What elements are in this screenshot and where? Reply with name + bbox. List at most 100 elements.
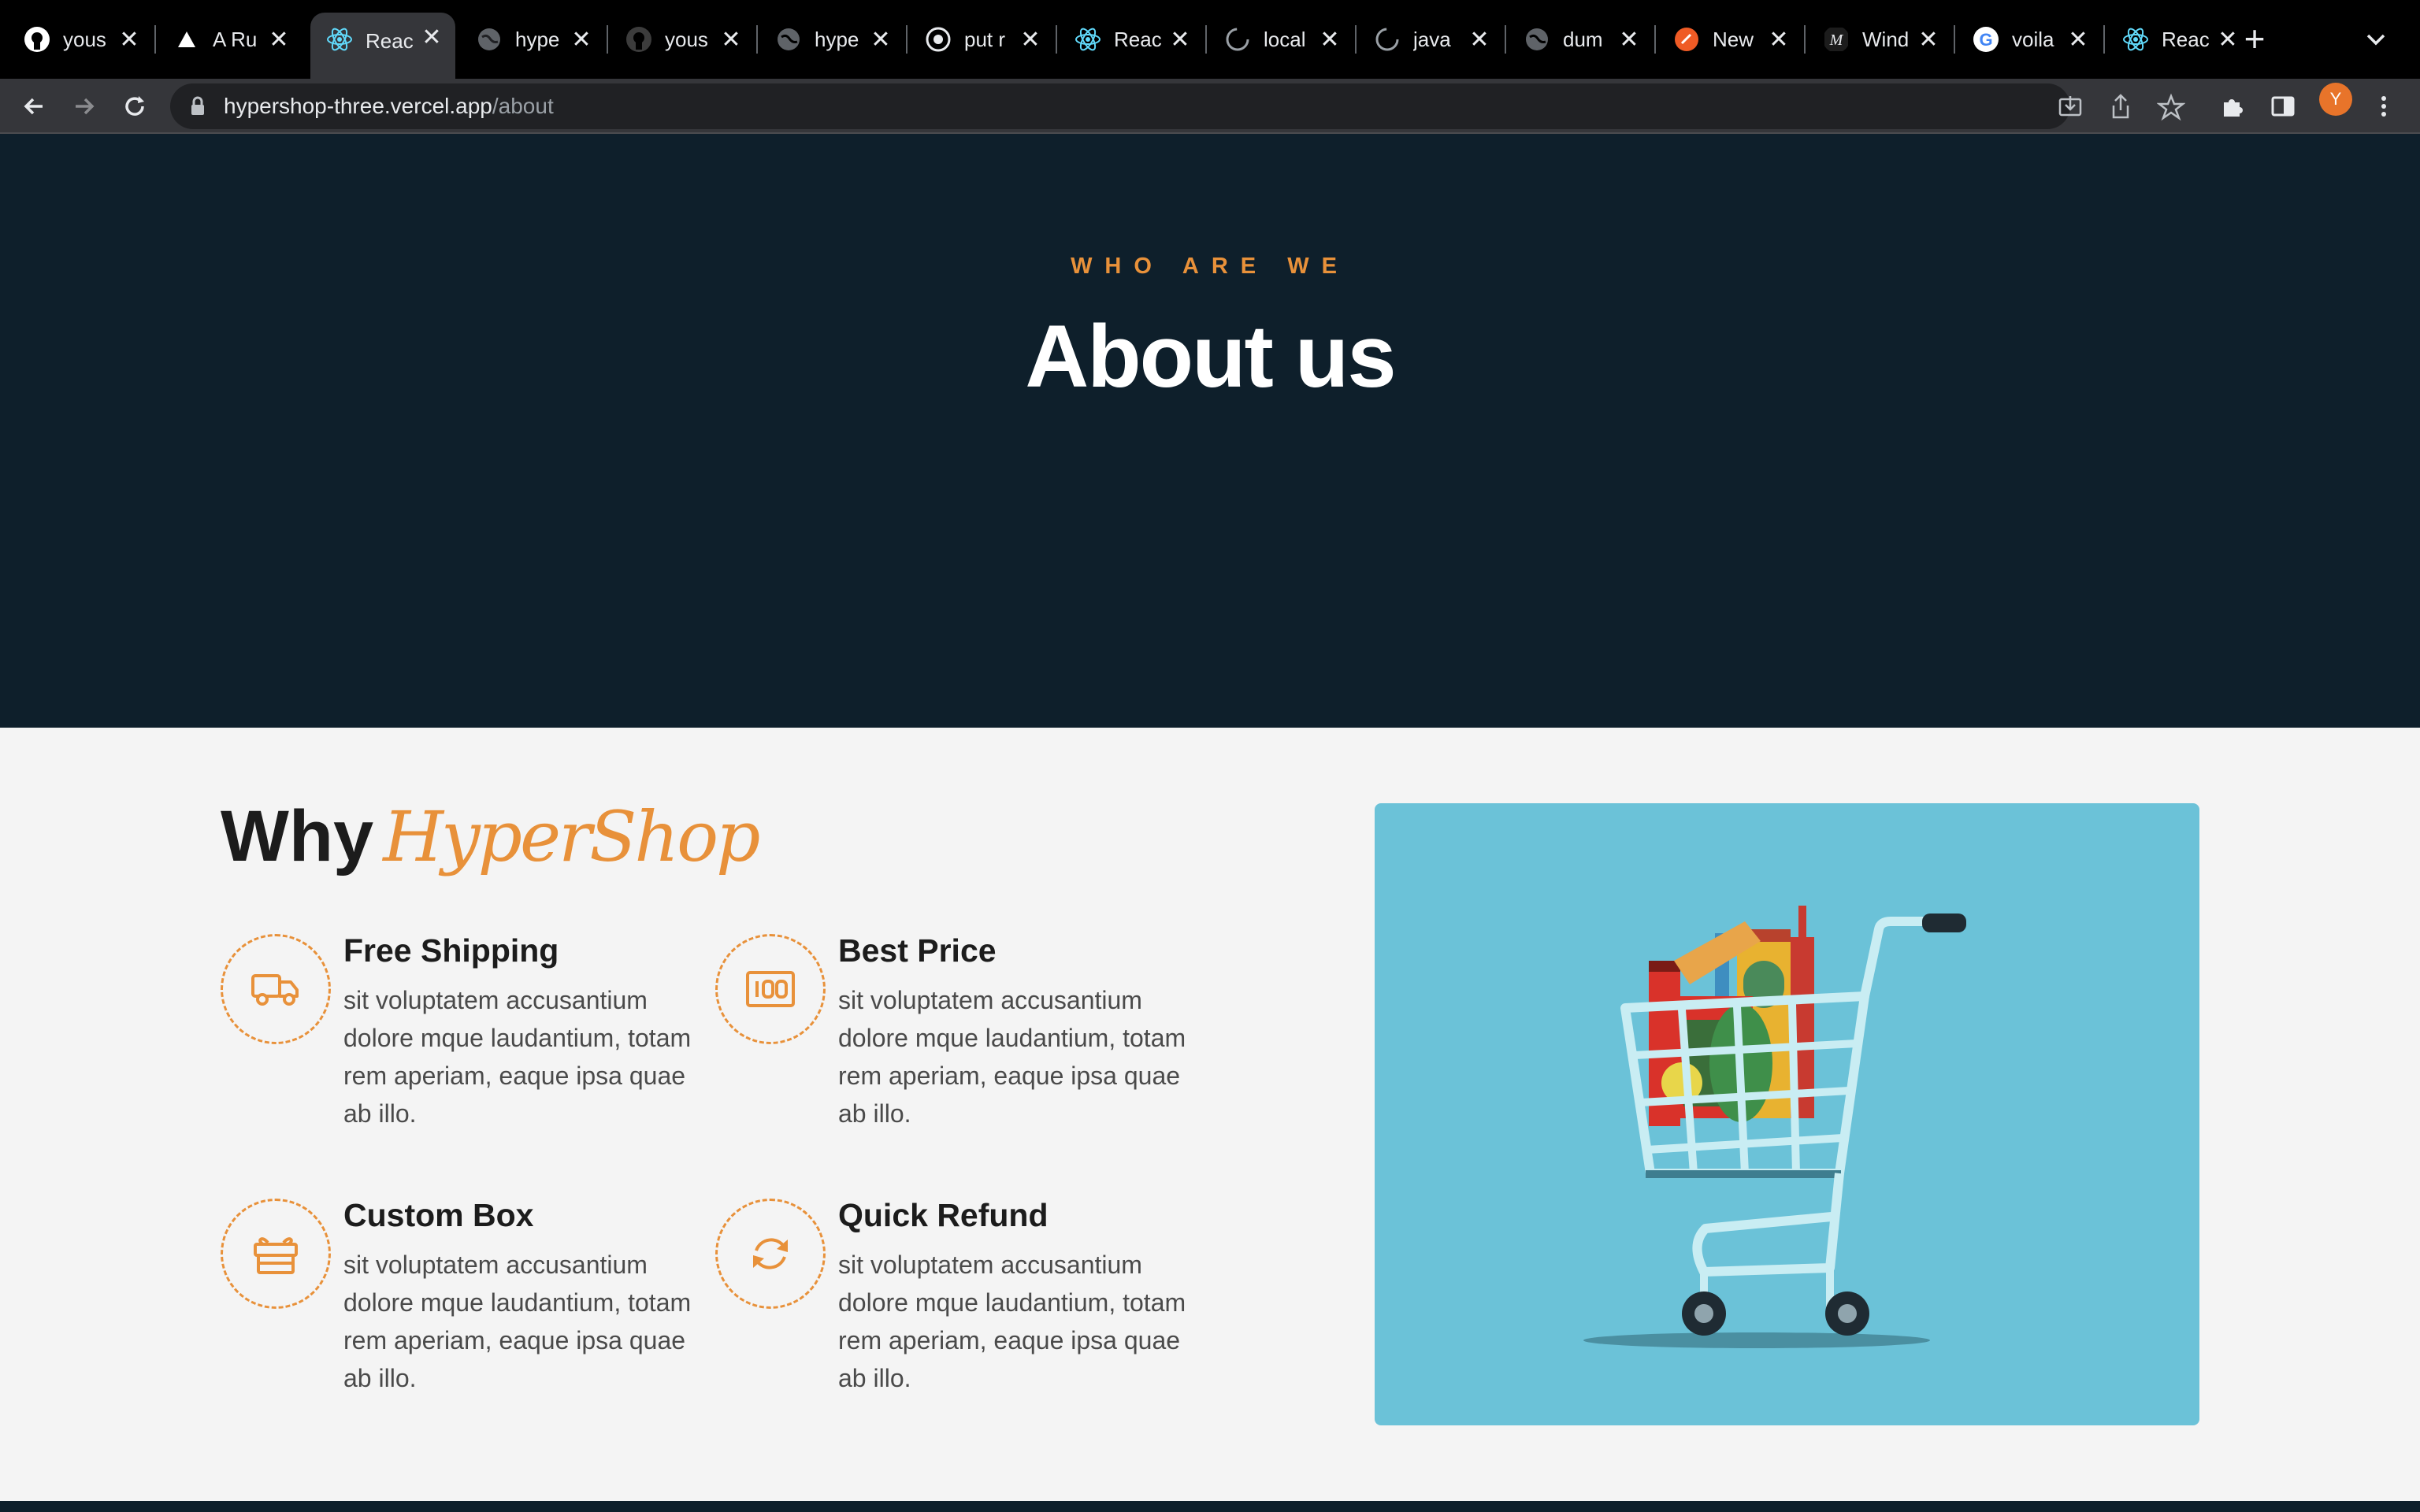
footer-edge	[0, 1501, 2420, 1512]
tab-title: local	[1264, 27, 1306, 51]
arrow-right-icon	[76, 98, 95, 115]
reload-button[interactable]	[113, 85, 156, 128]
browser-tab[interactable]: hype ✕	[460, 13, 605, 66]
tab-separator	[906, 25, 908, 54]
tab-separator	[1804, 25, 1806, 54]
kebab-menu-icon	[2381, 96, 2386, 117]
address-bar[interactable]: hypershop-three.vercel.app/about	[170, 83, 2185, 129]
gift-box-icon	[254, 1237, 298, 1274]
bookmark-star-icon[interactable]	[2157, 93, 2185, 121]
tab-title: Reac	[1114, 27, 1162, 51]
browser-tab[interactable]: put r ✕	[909, 13, 1054, 66]
tab-title: yous	[63, 27, 106, 51]
feature-icon-circle	[715, 1199, 826, 1309]
medium-icon: M	[1824, 28, 1848, 51]
tab-close-button[interactable]: ✕	[1465, 26, 1494, 54]
install-app-icon[interactable]	[2056, 93, 2084, 121]
tab-title: New	[1713, 27, 1754, 51]
browser-menu-button[interactable]	[2366, 88, 2401, 124]
browser-tab[interactable]: yous ✕	[8, 13, 153, 66]
share-icon[interactable]	[2106, 93, 2135, 121]
vercel-icon	[178, 32, 195, 47]
refresh-icon	[753, 1238, 788, 1269]
hero-banner: WHO ARE WE About us	[0, 134, 2420, 728]
svg-text:G: G	[1979, 30, 1992, 50]
browser-toolbar: hypershop-three.vercel.app/about	[0, 79, 2420, 134]
tab-title: put r	[964, 27, 1006, 51]
postman-icon	[1675, 28, 1698, 51]
browser-tab[interactable]: yous ✕	[610, 13, 755, 66]
tab-close-button[interactable]: ✕	[1016, 26, 1045, 54]
chevron-down-icon[interactable]	[2355, 19, 2396, 60]
browser-tab[interactable]: G voila ✕	[1957, 13, 2102, 66]
tab-separator	[154, 25, 156, 54]
loading-icon	[1375, 28, 1399, 51]
browser-tab[interactable]: java ✕	[1358, 13, 1503, 66]
price-tag-100-icon	[746, 971, 795, 1007]
browser-tab[interactable]: M Wind ✕	[1807, 13, 1952, 66]
browser-tab[interactable]: local ✕	[1208, 13, 1353, 66]
tab-separator	[1355, 25, 1357, 54]
tab-close-button[interactable]: ✕	[265, 26, 293, 54]
tab-separator	[1954, 25, 1955, 54]
tab-close-button[interactable]: ✕	[1166, 26, 1194, 54]
globe-icon	[778, 28, 800, 50]
google-icon: G	[1973, 27, 1999, 52]
tab-close-button[interactable]: ✕	[867, 26, 895, 54]
hero-eyebrow: WHO ARE WE	[1071, 254, 1349, 279]
page-title: About us	[1025, 307, 1396, 406]
globe-icon	[478, 28, 500, 50]
tab-separator	[1056, 25, 1057, 54]
shopping-cart-illustration	[1375, 803, 2199, 1425]
url-text: hypershop-three.vercel.app/about	[224, 94, 554, 119]
tab-title: Reac	[2162, 27, 2210, 51]
tab-close-button[interactable]: ✕	[567, 26, 596, 54]
browser-tab[interactable]: A Ru ✕	[158, 13, 302, 66]
extensions-button[interactable]	[2215, 88, 2250, 124]
why-title-prefix: Why	[221, 796, 374, 876]
browser-tab-active[interactable]: Reac ✕	[310, 13, 455, 79]
tab-close-button[interactable]: ✕	[418, 24, 446, 51]
puzzle-icon	[2224, 99, 2243, 117]
browser-tab[interactable]: dum ✕	[1508, 13, 1653, 66]
tab-close-button[interactable]: ✕	[1765, 26, 1793, 54]
new-tab-button[interactable]: +	[2233, 17, 2277, 61]
loading-icon	[1226, 28, 1249, 51]
url-path: /about	[492, 94, 554, 118]
tab-close-button[interactable]: ✕	[115, 26, 143, 54]
browser-tab[interactable]: hype ✕	[759, 13, 904, 66]
browser-tab[interactable]: Reac ✕	[2106, 13, 2251, 66]
feature-description: sit voluptatem accusantium dolore mque l…	[838, 986, 1186, 1128]
feature-description: sit voluptatem accusantium dolore mque l…	[838, 1251, 1186, 1392]
forward-button[interactable]	[63, 85, 106, 128]
tab-close-button[interactable]: ✕	[1615, 26, 1643, 54]
tab-close-button[interactable]: ✕	[2064, 26, 2092, 54]
lock-icon	[191, 96, 204, 115]
brand-name: HyperShop	[383, 796, 760, 877]
tab-close-button[interactable]: ✕	[1316, 26, 1344, 54]
react-icon	[327, 28, 352, 51]
side-panel-button[interactable]	[2266, 88, 2300, 124]
feature-title: Best Price	[838, 932, 997, 969]
tab-close-button[interactable]: ✕	[1914, 26, 1943, 54]
feature-title: Quick Refund	[838, 1197, 1049, 1233]
back-button[interactable]	[13, 85, 55, 128]
shopping-cart-icon	[1583, 906, 1966, 1348]
chrome-icon	[926, 27, 951, 52]
tab-title: hype	[515, 27, 560, 51]
tab-close-button[interactable]: ✕	[717, 26, 745, 54]
profile-avatar[interactable]: Y	[2319, 83, 2352, 116]
feature-title: Free Shipping	[343, 932, 559, 969]
truck-icon	[251, 974, 299, 1006]
react-icon	[1075, 28, 1101, 51]
tab-title: Wind	[1862, 27, 1910, 51]
github-icon	[626, 27, 651, 52]
tab-title: java	[1413, 27, 1451, 51]
feature-icon-circle	[221, 934, 331, 1044]
url-host: hypershop-three.vercel.app	[224, 94, 492, 118]
feature-description: sit voluptatem accusantium dolore mque l…	[343, 986, 692, 1128]
browser-tab-bar: yous ✕ A Ru ✕ Reac ✕ hype ✕ yous ✕ hype …	[0, 0, 2420, 79]
browser-tab[interactable]: New ✕	[1657, 13, 1802, 66]
browser-tab[interactable]: Reac ✕	[1059, 13, 1204, 66]
feature-icon-circle	[715, 934, 826, 1044]
